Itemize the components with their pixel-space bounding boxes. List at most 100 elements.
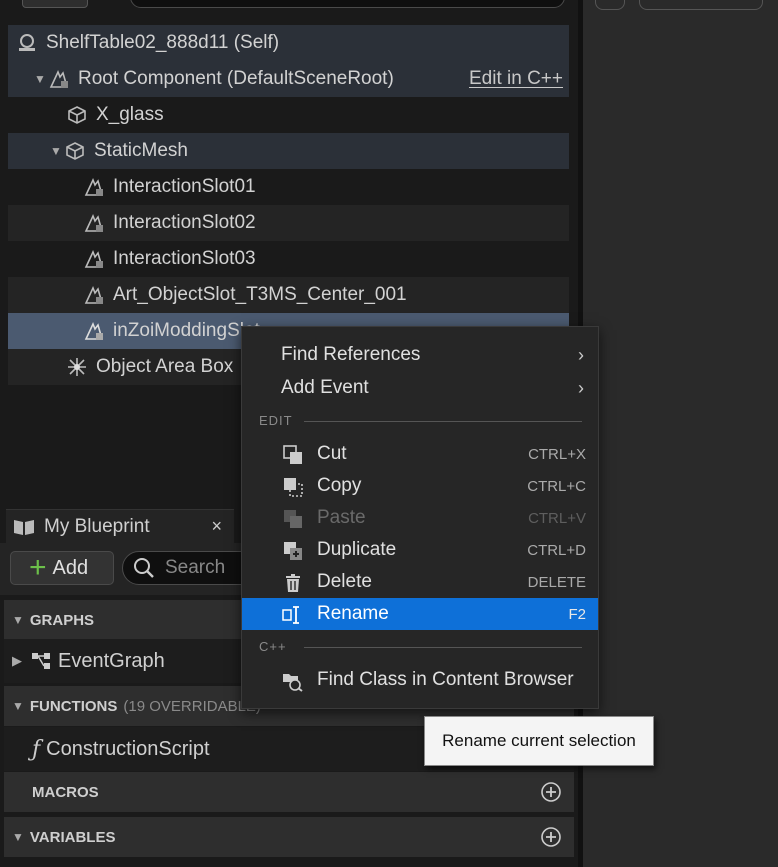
top-toolbar-strip [0, 0, 578, 12]
tree-row-interaction-slot-03[interactable]: InteractionSlot03 [8, 241, 569, 277]
tree-row-interaction-slot-02[interactable]: InteractionSlot02 [8, 205, 569, 241]
duplicate-icon [284, 542, 302, 560]
tooltip: Rename current selection [424, 716, 654, 766]
section-title: MACROS [32, 783, 99, 801]
self-icon [19, 34, 35, 51]
box-collision-icon [68, 358, 86, 376]
tree-label: InteractionSlot01 [113, 176, 256, 197]
tab-label: My Blueprint [44, 515, 150, 537]
close-icon[interactable]: × [211, 516, 222, 537]
menu-section-edit: EDIT [259, 413, 293, 428]
expand-arrow-icon[interactable]: ▼ [50, 144, 64, 158]
copy-icon [284, 478, 303, 497]
components-search-input[interactable] [130, 0, 565, 8]
toolbar-button[interactable] [595, 0, 625, 10]
toolbar-button[interactable] [639, 0, 763, 10]
scene-component-icon [84, 213, 104, 232]
components-add-button[interactable] [22, 0, 88, 8]
book-icon [14, 519, 34, 535]
collapse-arrow-icon[interactable]: ▼ [12, 830, 24, 844]
add-variable-icon[interactable] [540, 826, 562, 848]
add-label: Add [52, 556, 89, 579]
scene-component-icon [84, 249, 104, 268]
section-title: VARIABLES [29, 828, 116, 846]
tree-label: InteractionSlot03 [113, 248, 256, 269]
rename-icon [282, 606, 299, 624]
menu-item-find-references[interactable]: Find References › [242, 339, 598, 371]
expand-arrow-icon[interactable]: ▶ [12, 653, 22, 669]
item-label: ConstructionScript [46, 737, 210, 760]
plus-icon: + [29, 551, 47, 584]
menu-item-add-event[interactable]: Add Event › [242, 372, 598, 404]
trash-icon [286, 574, 300, 592]
menu-shortcut: CTRL+D [527, 541, 586, 559]
menu-label: Find Class in Content Browser [317, 669, 574, 690]
function-icon: ƒ [32, 736, 41, 762]
expand-arrow-icon[interactable]: ▼ [34, 72, 48, 86]
tree-row-self[interactable]: ShelfTable02_888d11 (Self) [8, 25, 569, 61]
section-title: GRAPHS [29, 611, 95, 629]
menu-label: Add Event [281, 377, 369, 398]
add-button[interactable]: + Add [10, 551, 114, 585]
search-placeholder: Search [165, 557, 226, 578]
cut-icon [283, 445, 302, 464]
chevron-right-icon: › [578, 344, 584, 365]
menu-divider [304, 647, 582, 648]
scene-component-icon [84, 285, 104, 304]
menu-shortcut: DELETE [527, 573, 586, 591]
static-mesh-icon [66, 142, 84, 160]
search-icon [134, 558, 154, 578]
tree-label: Root Component (DefaultSceneRoot) [78, 68, 394, 89]
tree-row-root-component[interactable]: ▼ Root Component (DefaultSceneRoot) Edit… [8, 61, 569, 97]
menu-label: Rename [317, 603, 389, 624]
menu-label: Delete [317, 571, 372, 592]
static-mesh-icon [68, 106, 86, 124]
tree-label: InteractionSlot02 [113, 212, 256, 233]
scene-component-icon [84, 321, 104, 340]
menu-label: Cut [317, 443, 347, 464]
tree-row-static-mesh[interactable]: ▼ StaticMesh [8, 133, 569, 169]
folder-search-icon [283, 674, 303, 692]
menu-shortcut: CTRL+V [528, 509, 586, 527]
section-macros[interactable]: MACROS [4, 772, 574, 812]
menu-label: Duplicate [317, 539, 397, 560]
tree-row-art-object-slot[interactable]: Art_ObjectSlot_T3MS_Center_001 [8, 277, 569, 313]
edit-in-cpp-link[interactable]: Edit in C++ [469, 68, 563, 90]
menu-label: Find References [281, 344, 421, 365]
tree-label: inZoiModdingSlot [113, 320, 260, 341]
section-title: FUNCTIONS [29, 697, 118, 715]
chevron-right-icon: › [578, 377, 584, 398]
item-label: EventGraph [58, 649, 165, 672]
menu-divider [304, 421, 582, 422]
menu-shortcut: CTRL+X [528, 445, 586, 463]
menu-item-copy[interactable]: Copy CTRL+C [242, 470, 598, 502]
tree-label: ShelfTable02_888d11 (Self) [46, 32, 280, 53]
tree-label: StaticMesh [94, 140, 188, 161]
collapse-arrow-icon[interactable]: ▼ [12, 699, 24, 713]
menu-item-cut[interactable]: Cut CTRL+X [242, 438, 598, 470]
tab-my-blueprint[interactable]: My Blueprint × [6, 509, 234, 543]
context-menu: Find References › Add Event › EDIT Cut C… [241, 326, 599, 709]
add-macro-icon[interactable] [540, 781, 562, 803]
menu-item-duplicate[interactable]: Duplicate CTRL+D [242, 534, 598, 566]
event-graph-icon [32, 653, 50, 669]
tree-row-interaction-slot-01[interactable]: InteractionSlot01 [8, 169, 569, 205]
menu-item-delete[interactable]: Delete DELETE [242, 566, 598, 598]
menu-label: Paste [317, 507, 366, 528]
scene-component-icon [84, 177, 104, 196]
tree-label: Art_ObjectSlot_T3MS_Center_001 [113, 284, 407, 305]
section-variables[interactable]: ▼ VARIABLES [4, 817, 574, 857]
menu-item-paste[interactable]: Paste CTRL+V [242, 502, 598, 534]
scene-component-icon [49, 69, 69, 88]
menu-section-cpp: C++ [259, 639, 287, 654]
tree-label: Object Area Box [96, 356, 234, 377]
menu-item-find-class[interactable]: Find Class in Content Browser [242, 664, 598, 696]
menu-item-rename[interactable]: Rename F2 [242, 598, 598, 630]
paste-icon [284, 510, 302, 528]
collapse-arrow-icon[interactable]: ▼ [12, 613, 24, 627]
tree-label: X_glass [96, 104, 164, 125]
menu-label: Copy [317, 475, 362, 496]
menu-shortcut: CTRL+C [527, 477, 586, 495]
tree-row-x-glass[interactable]: X_glass [8, 97, 569, 133]
menu-shortcut: F2 [568, 605, 586, 623]
